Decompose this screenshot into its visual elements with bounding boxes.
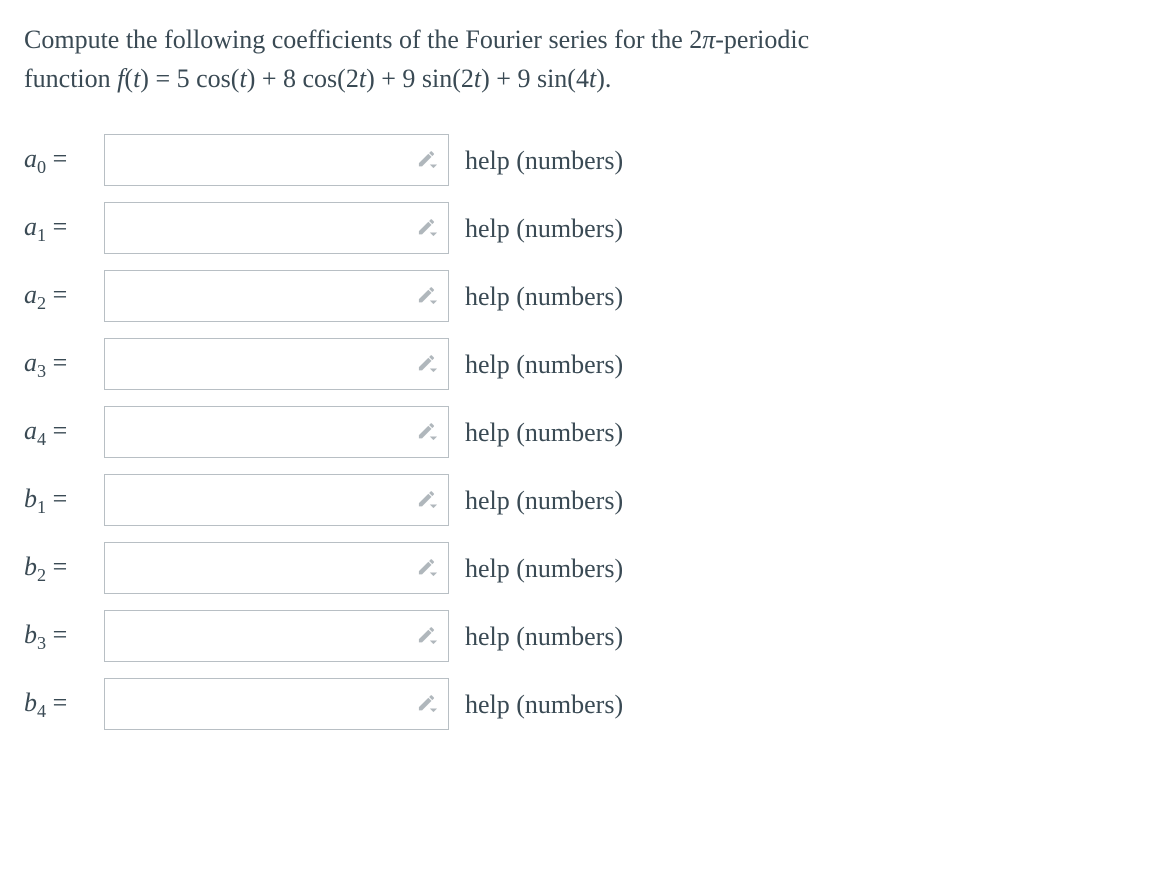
answer-input-a3[interactable] — [104, 338, 449, 390]
pencil-dropdown-icon[interactable] — [417, 285, 439, 307]
help-link-a0[interactable]: help (numbers) — [465, 141, 623, 180]
answer-rows: a0 = help (numbers)a1 = help (numbers)a2… — [24, 126, 1146, 738]
input-wrap-a2 — [104, 270, 449, 322]
answer-row-a4: a4 = help (numbers) — [24, 398, 1146, 466]
pencil-dropdown-icon[interactable] — [417, 489, 439, 511]
prompt-text-3: function — [24, 64, 117, 93]
coeff-label-a4: a4 = — [24, 411, 104, 453]
pencil-dropdown-icon[interactable] — [417, 625, 439, 647]
answer-row-a3: a3 = help (numbers) — [24, 330, 1146, 398]
pencil-dropdown-icon[interactable] — [417, 217, 439, 239]
answer-input-a2[interactable] — [104, 270, 449, 322]
input-wrap-b3 — [104, 610, 449, 662]
answer-row-a1: a1 = help (numbers) — [24, 194, 1146, 262]
answer-row-b1: b1 = help (numbers) — [24, 466, 1146, 534]
answer-input-a4[interactable] — [104, 406, 449, 458]
answer-row-b3: b3 = help (numbers) — [24, 602, 1146, 670]
input-wrap-a4 — [104, 406, 449, 458]
answer-input-a0[interactable] — [104, 134, 449, 186]
input-wrap-a1 — [104, 202, 449, 254]
pencil-dropdown-icon[interactable] — [417, 421, 439, 443]
answer-input-b1[interactable] — [104, 474, 449, 526]
input-wrap-a0 — [104, 134, 449, 186]
coeff-label-b1: b1 = — [24, 479, 104, 521]
answer-input-b2[interactable] — [104, 542, 449, 594]
coeff-label-b4: b4 = — [24, 683, 104, 725]
help-link-a4[interactable]: help (numbers) — [465, 413, 623, 452]
coeff-label-b3: b3 = — [24, 615, 104, 657]
prompt-func-rhs: 5 cos(t) + 8 cos(2t) + 9 sin(2t) + 9 sin… — [177, 64, 612, 93]
coeff-label-b2: b2 = — [24, 547, 104, 589]
answer-row-b4: b4 = help (numbers) — [24, 670, 1146, 738]
input-wrap-b1 — [104, 474, 449, 526]
coeff-label-a2: a2 = — [24, 275, 104, 317]
answer-row-a0: a0 = help (numbers) — [24, 126, 1146, 194]
answer-input-b3[interactable] — [104, 610, 449, 662]
coeff-label-a3: a3 = — [24, 343, 104, 385]
help-link-b4[interactable]: help (numbers) — [465, 685, 623, 724]
help-link-a2[interactable]: help (numbers) — [465, 277, 623, 316]
answer-row-b2: b2 = help (numbers) — [24, 534, 1146, 602]
input-wrap-b2 — [104, 542, 449, 594]
pencil-dropdown-icon[interactable] — [417, 149, 439, 171]
help-link-a3[interactable]: help (numbers) — [465, 345, 623, 384]
help-link-b3[interactable]: help (numbers) — [465, 617, 623, 656]
help-link-a1[interactable]: help (numbers) — [465, 209, 623, 248]
pencil-dropdown-icon[interactable] — [417, 353, 439, 375]
prompt-func-lhs: f — [117, 64, 124, 93]
pencil-dropdown-icon[interactable] — [417, 557, 439, 579]
help-link-b1[interactable]: help (numbers) — [465, 481, 623, 520]
prompt-text-1: Compute the following coefficients of th… — [24, 25, 689, 54]
answer-row-a2: a2 = help (numbers) — [24, 262, 1146, 330]
question-prompt: Compute the following coefficients of th… — [24, 20, 1146, 98]
answer-input-b4[interactable] — [104, 678, 449, 730]
input-wrap-a3 — [104, 338, 449, 390]
coeff-label-a1: a1 = — [24, 207, 104, 249]
help-link-b2[interactable]: help (numbers) — [465, 549, 623, 588]
input-wrap-b4 — [104, 678, 449, 730]
prompt-text-2: -periodic — [715, 25, 809, 54]
answer-input-a1[interactable] — [104, 202, 449, 254]
pencil-dropdown-icon[interactable] — [417, 693, 439, 715]
coeff-label-a0: a0 = — [24, 139, 104, 181]
prompt-period: 2π — [689, 25, 715, 54]
